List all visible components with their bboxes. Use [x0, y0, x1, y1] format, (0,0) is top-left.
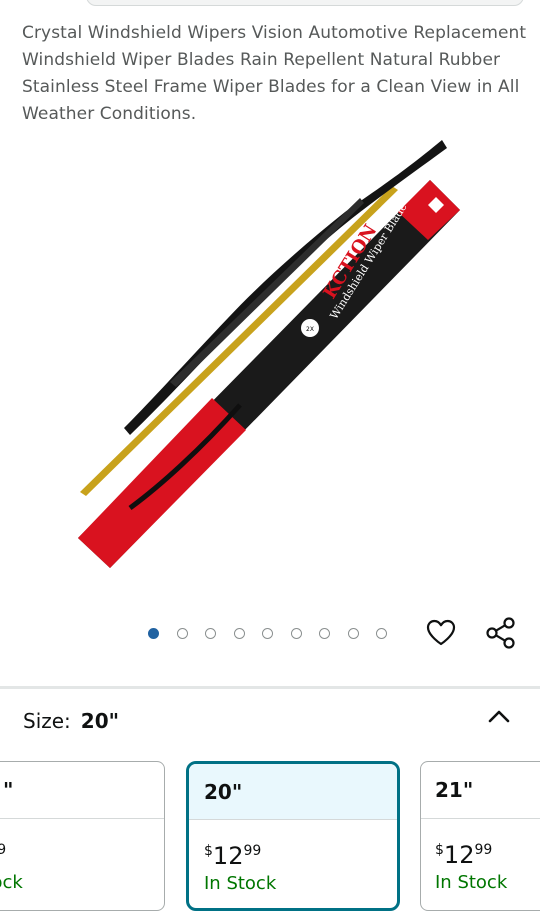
share-button[interactable]	[485, 616, 517, 650]
size-option-stock: Stock	[0, 872, 23, 893]
collapse-size-button[interactable]	[485, 703, 513, 731]
search-bar-remnant	[86, 0, 524, 6]
heart-outline-icon	[426, 619, 456, 646]
share-icon	[486, 617, 515, 649]
section-divider	[0, 686, 540, 689]
chevron-up-icon	[488, 710, 510, 723]
size-option-price: $1299	[435, 841, 493, 869]
size-option-label: 20"	[189, 764, 397, 820]
carousel-dot[interactable]	[290, 627, 302, 639]
size-option-stock: In Stock	[204, 873, 277, 894]
badge-text: 2X	[306, 326, 314, 333]
carousel-dot[interactable]	[262, 627, 273, 639]
size-option-price: $1299	[204, 842, 262, 870]
carousel-dot[interactable]	[205, 627, 216, 639]
carousel-dot[interactable]	[176, 627, 188, 639]
size-selector-header: Size: 20"	[23, 707, 119, 735]
size-option-label: "	[0, 762, 164, 819]
size-label: Size:	[23, 709, 71, 733]
carousel-dot[interactable]	[319, 627, 330, 639]
selected-size-value: 20"	[80, 709, 120, 733]
carousel-dot[interactable]	[347, 627, 359, 639]
size-option-price: 299	[0, 835, 164, 870]
product-title: Crystal Windshield Wipers Vision Automot…	[22, 23, 527, 124]
size-option-card[interactable]: " 299 Stock	[0, 761, 165, 911]
size-option-label: 21"	[421, 762, 540, 819]
wiper-rubber-strip	[80, 186, 398, 496]
carousel-dot[interactable]	[233, 627, 245, 639]
wiper-blade-shape	[124, 140, 447, 435]
image-carousel-dots	[148, 625, 405, 641]
size-option-card-selected[interactable]: 20" $1299 In Stock	[186, 761, 400, 911]
size-option-stock: In Stock	[435, 872, 508, 893]
carousel-dot[interactable]	[376, 627, 387, 639]
size-option-card[interactable]: 21" $1299 In Stock	[420, 761, 540, 911]
carousel-dot[interactable]	[148, 627, 159, 639]
wishlist-button[interactable]	[425, 617, 457, 649]
product-image[interactable]: 2X KCTION Windshield Wiper Blade	[0, 130, 540, 600]
